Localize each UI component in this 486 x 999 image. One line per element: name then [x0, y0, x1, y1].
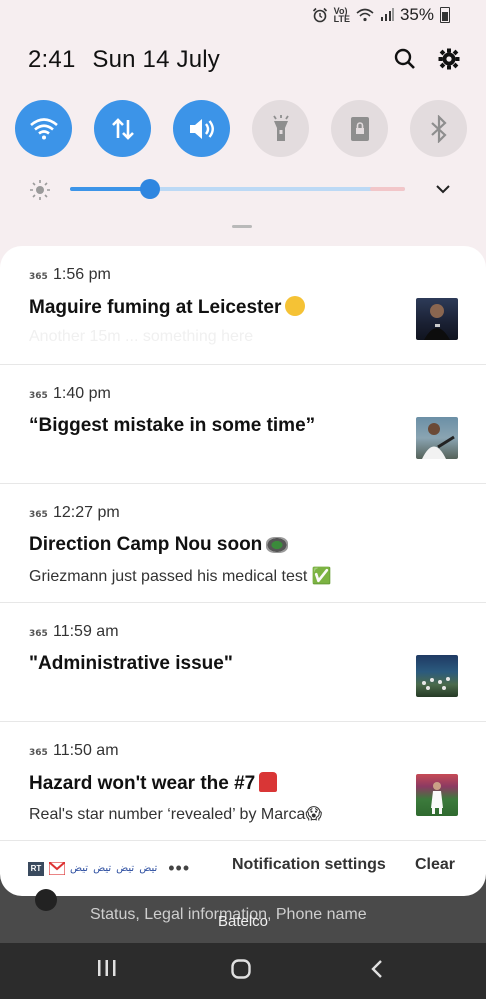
brightness-slider[interactable] — [70, 187, 405, 191]
volte-icon: Vo) LTE — [333, 6, 350, 24]
battery-percent: 35% — [399, 5, 434, 24]
status-bar: Vo) LTE 35% — [312, 5, 450, 24]
stadium-icon — [266, 537, 289, 553]
notification-item[interactable]: 365 1:56 pm Maguire fuming at Leicester … — [0, 246, 486, 365]
player-white-pitch-thumbnail — [416, 774, 458, 816]
notification-subtitle: Real's star number ‘revealed’ by Marca😱 — [29, 806, 323, 823]
header-actions — [394, 48, 460, 70]
stadium-crowd-thumbnail — [416, 655, 458, 697]
notification-title: “Biggest mistake in some time” — [29, 415, 316, 436]
notification-time: 11:50 am — [53, 742, 119, 759]
notification-time: 12:27 pm — [53, 504, 120, 521]
signal-icon — [380, 8, 394, 21]
notification-item[interactable]: 365 12:27 pm Direction Camp Nou soon Gri… — [0, 484, 486, 603]
gear-icon[interactable] — [438, 48, 460, 70]
lock-screen-icon — [350, 116, 369, 141]
notification-time: 1:56 pm — [53, 266, 111, 283]
source-label: تيض — [139, 863, 158, 874]
source-label: تيض — [116, 863, 135, 874]
alarm-icon — [312, 7, 327, 23]
clock-row: 2:41 Sun 14 July — [28, 46, 230, 74]
police-light-icon — [259, 772, 278, 792]
notification-item[interactable]: 365 11:50 am Hazard won't wear the #7 Re… — [0, 722, 486, 841]
clock: 2:41 — [28, 46, 76, 73]
notification-title: Hazard won't wear the #7 — [29, 772, 278, 795]
screen-lock-toggle[interactable] — [331, 100, 388, 157]
quick-toggles — [15, 100, 467, 157]
source-label: تيض — [93, 863, 112, 874]
wifi-icon — [29, 117, 58, 139]
app-icon: 365 — [29, 629, 48, 639]
sound-toggle[interactable] — [173, 100, 230, 157]
notification-time: 11:59 am — [53, 623, 119, 640]
chevron-down-icon[interactable] — [436, 184, 450, 194]
flashlight-icon — [272, 114, 289, 141]
bluetooth-icon — [430, 114, 447, 143]
clear-button[interactable]: Clear — [415, 856, 455, 874]
notification-title: Maguire fuming at Leicester — [29, 296, 306, 319]
wifi-toggle[interactable] — [15, 100, 72, 157]
carrier-label: Batelco — [217, 913, 269, 930]
date: Sun 14 July — [92, 46, 221, 73]
app-icon: 365 — [29, 272, 48, 282]
info-icon — [35, 889, 57, 911]
recent-apps-icon[interactable] — [97, 959, 117, 977]
app-icon: 365 — [29, 748, 48, 758]
speaker-icon — [189, 118, 214, 139]
search-icon[interactable] — [394, 48, 416, 70]
source-label: تيض — [70, 863, 89, 874]
battery-icon — [440, 7, 450, 23]
home-icon[interactable] — [231, 959, 251, 979]
notification-subtitle: Griezmann just passed his medical test ✅ — [29, 568, 332, 585]
mobile-data-toggle[interactable] — [94, 100, 151, 157]
notification-item[interactable]: 365 11:59 am "Administrative issue" — [0, 603, 486, 722]
flashlight-toggle[interactable] — [252, 100, 309, 157]
brightness-high-zone — [370, 187, 405, 191]
notification-title: Direction Camp Nou soon — [29, 534, 289, 556]
notification-subtitle: Another 15m ... something here — [29, 328, 254, 345]
notification-settings-button[interactable]: Notification settings — [232, 856, 386, 874]
notification-time: 1:40 pm — [53, 385, 111, 402]
player-black-kit-thumbnail — [416, 298, 458, 340]
player-white-kit-thumbnail — [416, 417, 458, 459]
bottom-area: Status, Legal information, Phone name Ba… — [0, 889, 486, 999]
drag-handle[interactable] — [232, 225, 252, 228]
brightness-row — [30, 178, 450, 200]
app-icon: 365 — [29, 391, 48, 401]
gmail-icon — [49, 862, 65, 875]
brightness-fill — [70, 187, 151, 191]
more-sources[interactable]: ••• — [168, 858, 190, 879]
notification-item[interactable]: 365 1:40 pm “Biggest mistake in some tim… — [0, 365, 486, 484]
rt-app-icon: RT — [28, 861, 44, 876]
notification-title: "Administrative issue" — [29, 653, 233, 674]
notification-source-icons: RT تيض تيض تيض تيض ••• — [28, 858, 190, 879]
brightness-icon — [30, 180, 50, 200]
navigation-bar — [0, 943, 486, 999]
back-icon[interactable] — [370, 959, 384, 979]
notification-panel: 365 1:56 pm Maguire fuming at Leicester … — [0, 246, 486, 896]
notification-footer: RT تيض تيض تيض تيض ••• Notification sett… — [0, 842, 486, 894]
brightness-knob[interactable] — [140, 179, 161, 199]
bluetooth-toggle[interactable] — [410, 100, 467, 157]
app-icon: 365 — [29, 510, 48, 520]
angry-face-icon — [285, 296, 306, 316]
data-arrows-icon — [111, 117, 134, 140]
wifi-status-icon — [356, 8, 374, 22]
